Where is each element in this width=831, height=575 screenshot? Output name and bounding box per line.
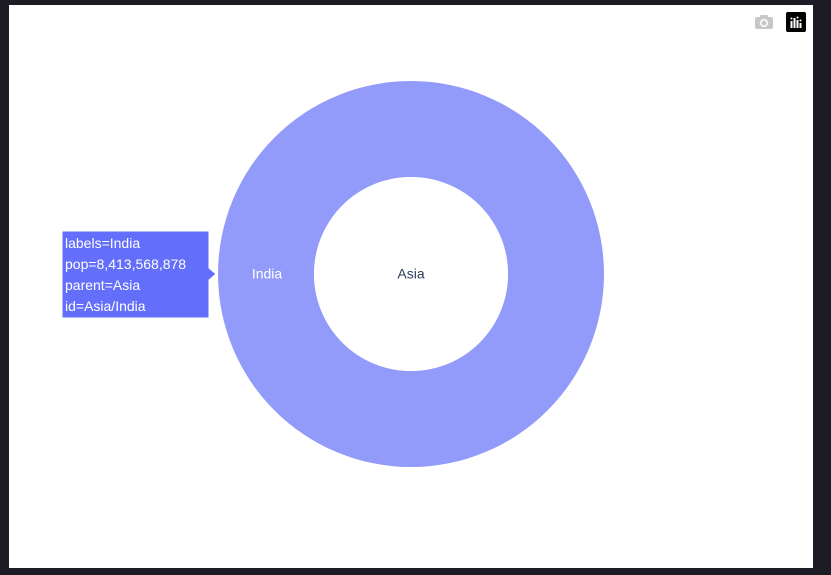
sunburst-label-india: India (252, 266, 283, 282)
plot-container: Asia India labels=India pop=8,413,568,87… (9, 5, 813, 568)
tooltip-line-pop: pop=8,413,568,878 (65, 256, 186, 272)
sunburst-chart: Asia India labels=India pop=8,413,568,87… (61, 81, 604, 467)
hover-tooltip: labels=India pop=8,413,568,878 parent=As… (61, 230, 217, 319)
sunburst-label-asia: Asia (397, 266, 424, 282)
tooltip-line-parent: parent=Asia (65, 277, 140, 293)
tooltip-line-id: id=Asia/India (65, 298, 146, 314)
tooltip-line-label: labels=India (65, 235, 140, 251)
